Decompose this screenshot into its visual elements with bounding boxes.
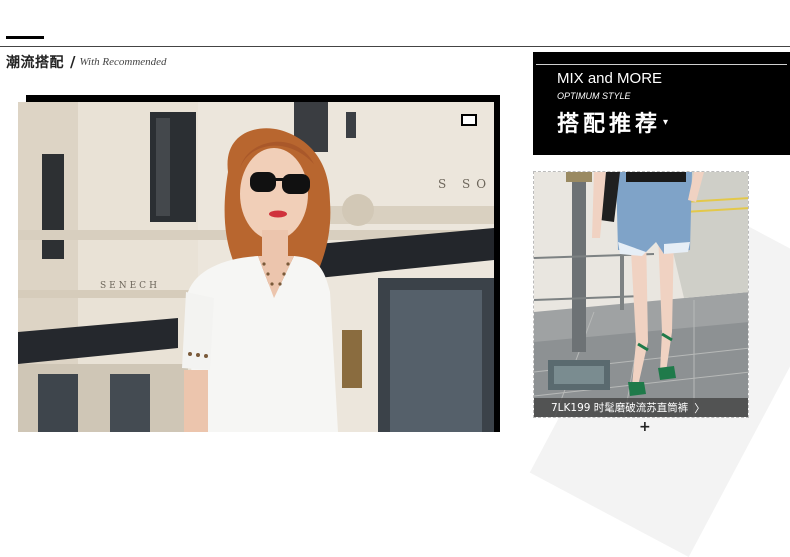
promo-subtitle: OPTIMUM STYLE [557,91,631,101]
plus-icon[interactable]: + [639,420,651,434]
chevron-right-icon: 〉 [694,401,706,415]
section-subtitle: With Recommended [79,56,167,68]
section-header: 潮流搭配 / With Recommended [6,52,167,72]
header-accent-bar [6,36,44,39]
main-model-photo[interactable]: SENECH S SO [18,102,494,432]
product-name: 7LK199 时髦磨破流苏直筒裤 [551,402,689,414]
header-divider [0,46,790,47]
section-title: 潮流搭配 [6,55,64,71]
product-photo [534,172,748,417]
right-shop-sign: S SO [438,177,492,191]
promo-banner: MIX and MORE OPTIMUM STYLE 搭配推荐 ▾ [533,52,790,155]
left-shop-sign: SENECH [100,281,160,291]
promo-divider [536,64,787,65]
product-card[interactable]: 7LK199 时髦磨破流苏直筒裤 〉 [533,171,749,418]
promo-heading: 搭配推荐 ▾ [557,106,668,138]
promo-heading-text: 搭配推荐 [557,112,662,137]
main-photo-illustration: SENECH S SO [18,102,494,432]
promo-title: MIX and MORE [557,70,663,87]
corner-square-icon [461,114,477,126]
caret-down-icon: ▾ [663,116,669,128]
title-slash: / [70,53,76,71]
product-label[interactable]: 7LK199 时髦磨破流苏直筒裤 〉 [534,398,748,417]
